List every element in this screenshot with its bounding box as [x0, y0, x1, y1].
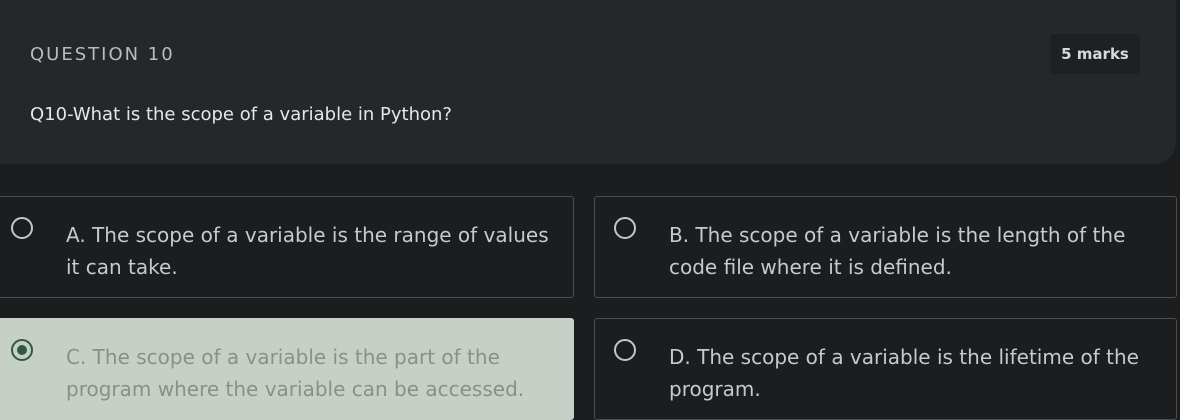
option-d[interactable]: D. The scope of a variable is the lifeti…: [594, 318, 1177, 420]
radio-unchecked-icon[interactable]: [614, 339, 636, 361]
option-b-label: B. The scope of a variable is the length…: [669, 223, 1126, 279]
marks-badge: 5 marks: [1050, 34, 1140, 74]
radio-checked-icon[interactable]: [11, 339, 33, 361]
question-text: Q10-What is the scope of a variable in P…: [30, 104, 452, 125]
option-c-label: C. The scope of a variable is the part o…: [66, 345, 525, 401]
option-c[interactable]: C. The scope of a variable is the part o…: [0, 318, 574, 420]
option-b[interactable]: B. The scope of a variable is the length…: [594, 196, 1177, 298]
radio-unchecked-icon[interactable]: [614, 217, 636, 239]
option-a[interactable]: A. The scope of a variable is the range …: [0, 196, 574, 298]
option-a-label: A. The scope of a variable is the range …: [66, 223, 549, 279]
question-number: QUESTION 10: [30, 44, 175, 65]
option-d-label: D. The scope of a variable is the lifeti…: [669, 345, 1139, 401]
radio-dot-icon: [17, 345, 27, 355]
question-card: [0, 0, 1176, 164]
radio-unchecked-icon[interactable]: [11, 217, 33, 239]
